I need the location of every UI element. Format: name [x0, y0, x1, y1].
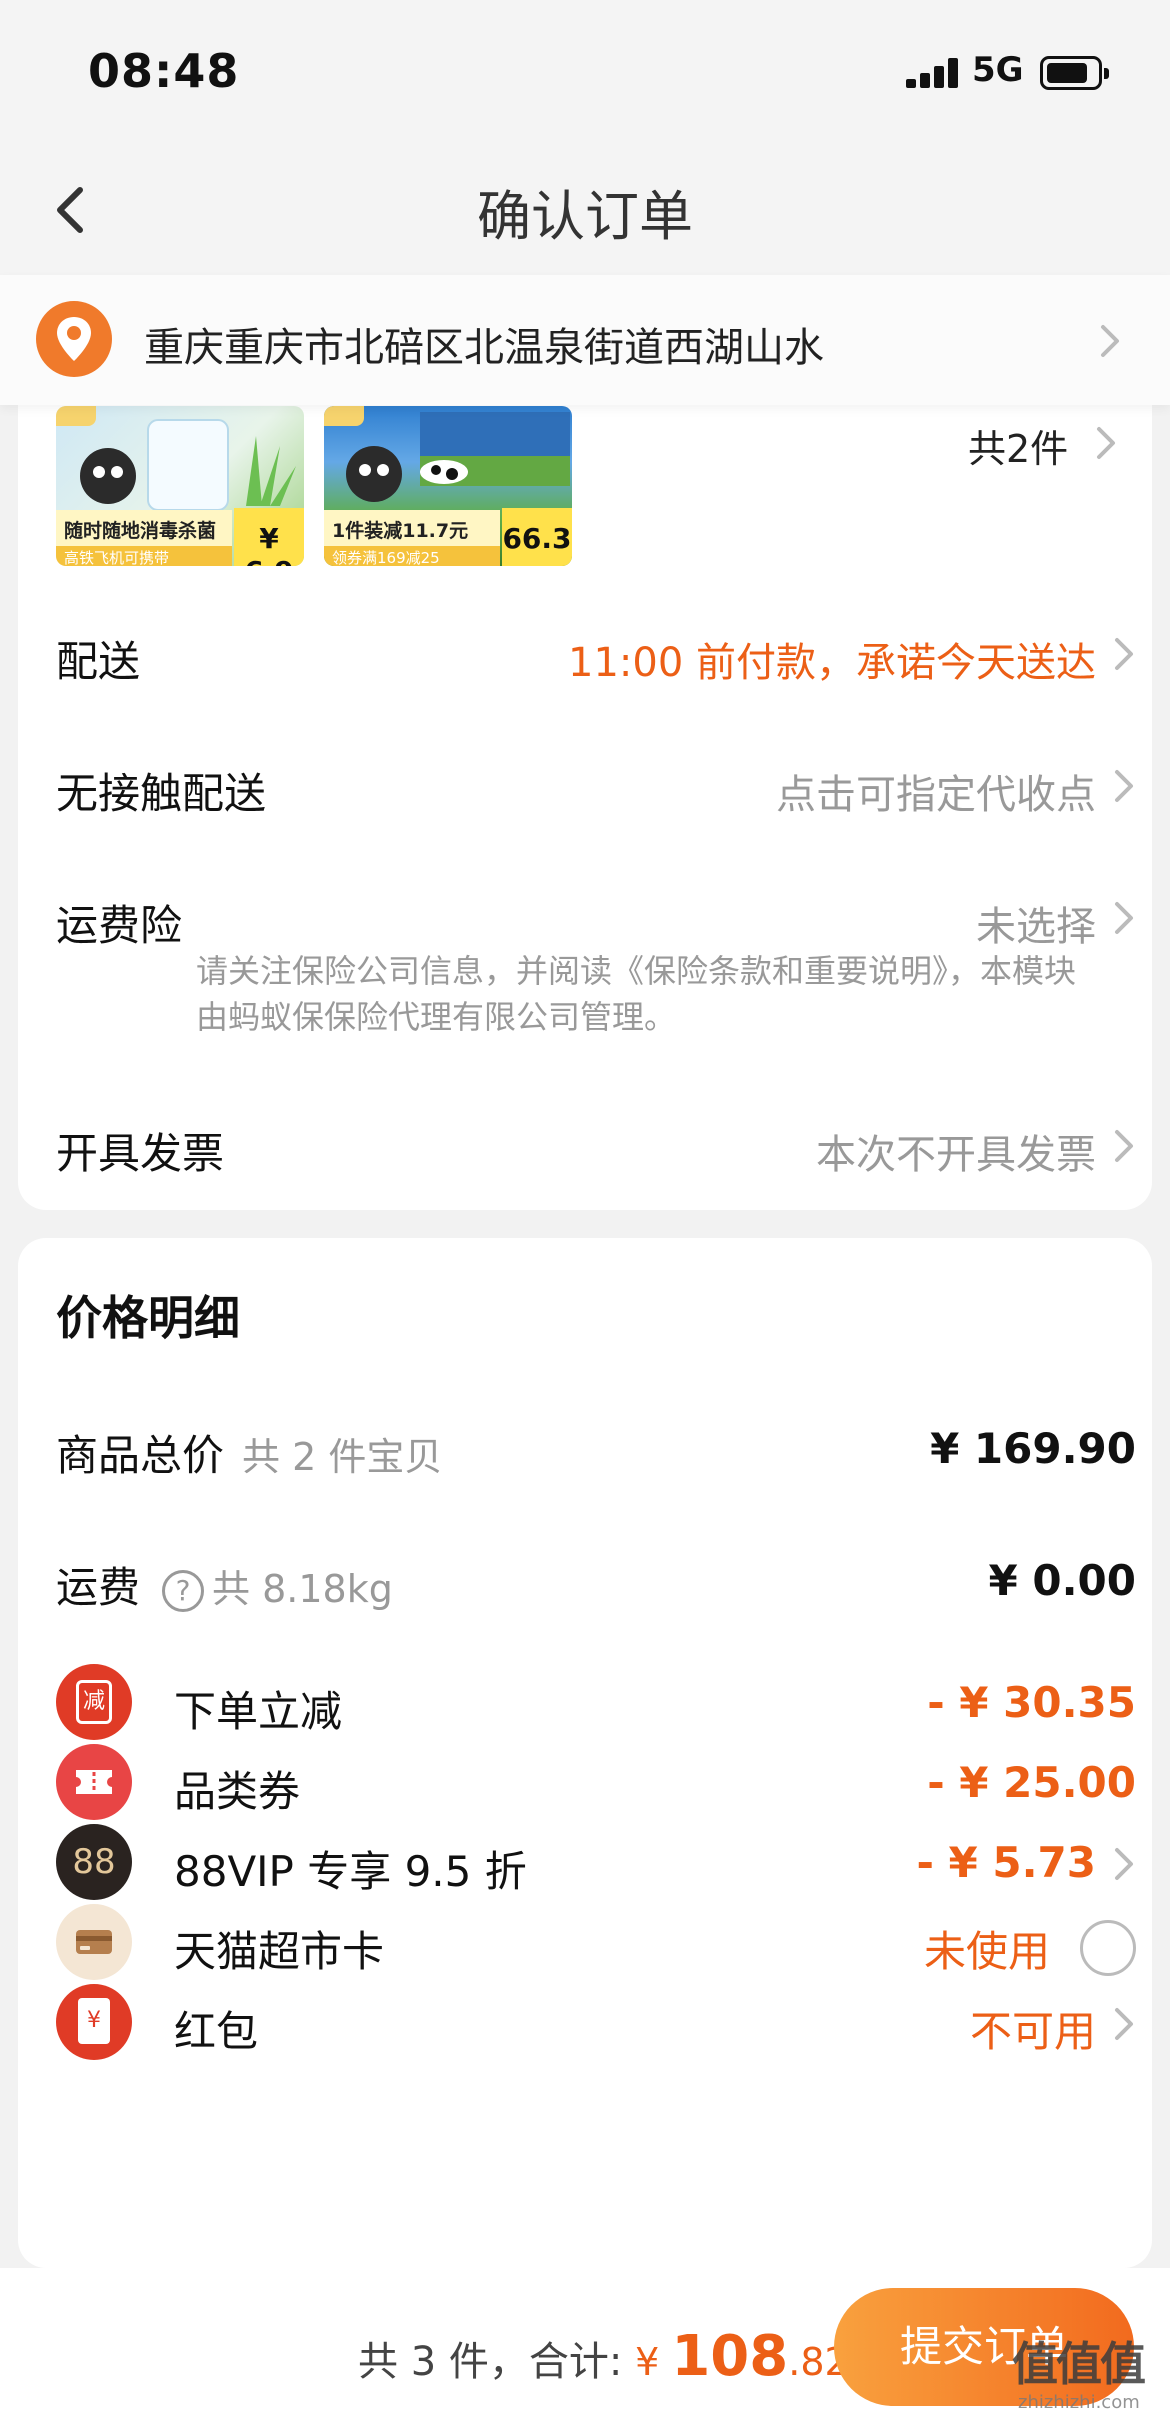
product-price: ¥ 6.9 [234, 508, 304, 566]
category-coupon-value: - ¥ 25.00 [927, 1758, 1136, 1807]
red-packet-value: 不可用 [969, 2007, 1096, 2056]
product-promo-sub: 领券满169减25 [324, 546, 500, 566]
vip-88-icon: 88 [56, 1824, 132, 1900]
red-packet-row[interactable]: ¥ 红包 不可用 [56, 1984, 1136, 2064]
delivery-value: 11:00 前付款，承诺今天送达 [568, 640, 1096, 686]
wallet-card-icon [56, 1904, 132, 1980]
freight-value: ¥ 0.00 [988, 1556, 1136, 1605]
vip-row[interactable]: 88 88VIP 专享 9.5 折 - ¥ 5.73 [56, 1824, 1136, 1904]
location-pin-icon [36, 301, 112, 377]
freight-label: 运费 [56, 1563, 141, 1612]
freight-row: 运费? 共 8.18kg ¥ 0.00 [56, 1542, 1136, 1622]
product-thumbnail[interactable]: 1件装减11.7元 领券满169减25 66.3 [324, 406, 572, 566]
market-card-value: 未使用 [923, 1927, 1050, 1976]
market-card-row[interactable]: 天猫超市卡 未使用 [56, 1904, 1136, 1984]
invoice-label: 开具发票 [56, 1129, 225, 1178]
total-integer: 108 [671, 2324, 789, 2389]
insurance-note[interactable]: 请关注保险公司信息，并阅读《保险条款和重要说明》，本模块由蚂蚁保保险代理有限公司… [196, 948, 1076, 1040]
vip-value: - ¥ 5.73 [916, 1838, 1096, 1887]
status-bar: 08:48 5G [0, 0, 1170, 150]
contactless-label: 无接触配送 [56, 769, 267, 818]
instant-discount-label: 下单立减 [174, 1687, 343, 1736]
address-bar[interactable]: 重庆重庆市北碚区北温泉街道西湖山水 [0, 275, 1170, 405]
product-promo: 1件装减11.7元 [324, 510, 500, 548]
red-packet-label: 红包 [174, 2007, 259, 2056]
invoice-row[interactable]: 开具发票 本次不开具发票 [56, 1112, 1136, 1182]
contactless-value: 点击可指定代收点 [776, 772, 1096, 818]
product-price: 66.3 [502, 508, 572, 566]
delivery-row[interactable]: 配送 11:00 前付款，承诺今天送达 [56, 620, 1136, 690]
coupon-icon [56, 1744, 132, 1820]
shipping-insurance-value: 未选择 [976, 904, 1096, 950]
address-text: 重庆重庆市北碚区北温泉街道西湖山水 [144, 325, 824, 371]
nav-bar: 确认订单 [0, 150, 1170, 275]
instant-discount-value: - ¥ 30.35 [927, 1678, 1136, 1727]
goods-total-row: 商品总价共 2 件宝贝 ¥ 169.90 [56, 1410, 1136, 1490]
shipping-insurance-label: 运费险 [56, 901, 183, 950]
contactless-row[interactable]: 无接触配送 点击可指定代收点 [56, 752, 1136, 822]
total-count-prefix: 共 3 件，合计: [358, 2339, 636, 2385]
total-currency: ¥ [635, 2340, 672, 2384]
instant-discount-row: 减 下单立减 - ¥ 30.35 [56, 1664, 1136, 1744]
discount-icon: 减 [56, 1664, 132, 1740]
freight-weight: 共 8.18kg [212, 1567, 393, 1611]
goods-total-value: ¥ 169.90 [930, 1424, 1136, 1473]
invoice-value: 本次不开具发票 [816, 1132, 1096, 1178]
network-type: 5G [972, 50, 1024, 90]
chevron-right-icon [1115, 902, 1133, 934]
market-card-radio[interactable] [1080, 1920, 1136, 1976]
market-card-label: 天猫超市卡 [174, 1927, 385, 1976]
chevron-right-icon [1115, 770, 1133, 802]
red-packet-icon: ¥ [56, 1984, 132, 2060]
order-total: 共 3 件，合计: ¥ 108.82 [358, 2324, 849, 2389]
order-card: 随时随地消毒杀菌 高铁飞机可携带 ¥ 6.9 1件装减11.7元 领券满169减… [18, 330, 1152, 1210]
product-promo: 随时随地消毒杀菌 [56, 510, 232, 548]
watermark-logo: 值值值 [1012, 2337, 1146, 2391]
chevron-right-icon [1115, 638, 1133, 670]
goods-total-label: 商品总价 [56, 1431, 225, 1480]
chevron-right-icon [1115, 1130, 1133, 1162]
chevron-right-icon [1097, 427, 1115, 459]
category-coupon-label: 品类券 [174, 1767, 301, 1816]
vip-label: 88VIP 专享 9.5 折 [174, 1847, 527, 1896]
price-detail-card: 价格明细 商品总价共 2 件宝贝 ¥ 169.90 运费? 共 8.18kg ¥ … [18, 1238, 1152, 2268]
product-promo-sub: 高铁飞机可携带 [56, 546, 232, 566]
product-thumbnail[interactable]: 随时随地消毒杀菌 高铁飞机可携带 ¥ 6.9 [56, 406, 304, 566]
signal-icon [906, 58, 958, 88]
page-title: 确认订单 [477, 185, 693, 248]
chevron-right-icon [1101, 325, 1119, 357]
help-icon[interactable]: ? [162, 1569, 205, 1612]
checkout-bar: 共 3 件，合计: ¥ 108.82 提交订单 [0, 2268, 1170, 2430]
delivery-label: 配送 [56, 637, 141, 686]
price-detail-title: 价格明细 [56, 1291, 240, 1345]
chevron-right-icon [1115, 2008, 1133, 2040]
status-time: 08:48 [88, 44, 240, 98]
item-count[interactable]: 共2件 [968, 418, 1068, 473]
category-coupon-row: 品类券 - ¥ 25.00 [56, 1744, 1136, 1824]
battery-icon [1040, 56, 1109, 90]
watermark-url: zhizhizhi.com [1018, 2392, 1140, 2413]
chevron-right-icon [1115, 1848, 1133, 1880]
shipping-insurance-row[interactable]: 运费险 未选择 [56, 884, 1136, 954]
goods-total-sub: 共 2 件宝贝 [242, 1435, 443, 1479]
